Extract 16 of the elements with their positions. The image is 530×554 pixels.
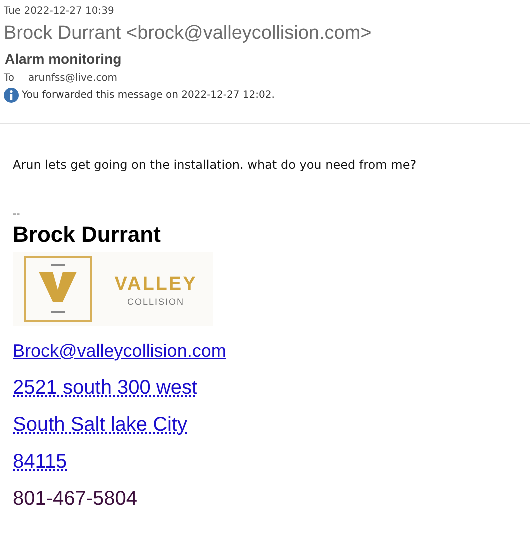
signature-separator: -- [13,210,22,220]
recipient: arunfss@live.com [28,73,118,84]
company-logo: VALLEY COLLISION [13,252,213,326]
address-link[interactable]: 84115 [13,451,68,473]
to-label: To [4,73,15,84]
sent-date: Tue 2022-12-27 10:39 [4,6,116,17]
email-link[interactable]: Brock@valleycollision.com [13,341,226,361]
sender: Brock Durrant <brock@valleycollision.com> [4,23,373,45]
info-icon [4,88,19,103]
address-link[interactable]: 2521 south 300 west [13,377,198,399]
address-link[interactable]: South Salt lake City [13,414,188,436]
message-text: Arun lets get going on the installation. what do you need from me? [13,158,418,172]
subject: Alarm monitoring [5,51,123,67]
forward-notice: You forwarded this message on 2022-12-27 12:02. [22,90,275,101]
phone-number: 801-467-5804 [13,488,138,510]
signature-name: Brock Durrant [13,222,162,248]
